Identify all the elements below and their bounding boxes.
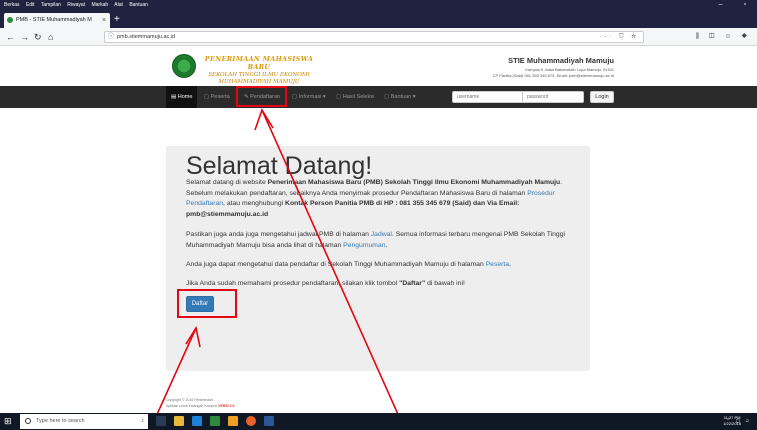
browser-menubar: Berkas Edit Tampilan Riwayat Markah Alat…	[0, 0, 757, 10]
site-navbar: ▤ Home ▢ Peserta ✎ Pendaftaran ▢ Informa…	[0, 86, 757, 108]
welcome-paragraph-1: Selamat datang di website Penerimaan Mah…	[186, 178, 584, 220]
close-tab-icon[interactable]: ×	[102, 13, 106, 28]
windows-start-icon[interactable]: ⊞	[4, 417, 13, 426]
browser-toolbar: ← → ↻ ⌂ ⓘ pmb.stiemmamuju.ac.id ··· ⛉ ☆ …	[0, 28, 757, 46]
welcome-paragraph-3: Anda juga dapat mengetahui data pendafta…	[186, 260, 584, 271]
clock-date: 1/22/2018	[723, 421, 741, 426]
menu-berkas[interactable]: Berkas	[4, 2, 20, 8]
site-header: PENERIMAAN MAHASISWA BARU SEKOLAH TINGGI…	[0, 46, 757, 86]
logo-line-3: MUHAMMADIYAH MAMUJU	[218, 79, 300, 85]
url-text: pmb.stiemmamuju.ac.id	[117, 34, 176, 40]
college-logo-icon	[172, 54, 196, 78]
p3-text-b: .	[509, 261, 511, 268]
window-controls: – ▫	[705, 0, 751, 10]
menu-riwayat[interactable]: Riwayat	[67, 2, 85, 8]
p4-text-a: Jika Anda sudah memahami prosedur pendaf…	[186, 280, 400, 287]
browser-tabbar: PMB - STIE Muhammadiyah M × +	[0, 10, 757, 28]
url-actions: ··· ⛉ ☆	[599, 34, 639, 40]
minimize-icon[interactable]: –	[719, 1, 723, 8]
windows-taskbar: ⊞ Type here to search ♪ ⌃ ◻ ♫ 11:27 PM 1…	[0, 413, 757, 430]
microphone-icon[interactable]: ♪	[141, 414, 144, 429]
institution-name: STIE Muhammadiyah Mamuju	[508, 56, 614, 65]
footer-version: VERSI 2.0	[218, 404, 235, 408]
tab-title: PMB - STIE Muhammadiyah M	[16, 17, 92, 23]
welcome-jumbotron: Selamat Datang! Selamat datang di websit…	[166, 146, 590, 371]
nav-home-label: Home	[177, 94, 193, 100]
login-button[interactable]: Login	[590, 91, 614, 103]
store-icon[interactable]	[210, 416, 220, 426]
p2-text-a: Pastikan juga anda juga mengetahui jadwa…	[186, 231, 371, 238]
menu-bantuan[interactable]: Bantuan	[129, 2, 148, 8]
p1-text-c: , atau menghubungi	[223, 200, 286, 207]
annotation-box-daftar	[177, 289, 237, 318]
favicon-icon	[7, 17, 13, 23]
nav-home[interactable]: ▤ Home	[166, 86, 198, 108]
nav-bantuan[interactable]: ▢ Bantuan ▾	[384, 86, 416, 108]
logo-line-1: PENERIMAAN MAHASISWA BARU	[204, 55, 314, 71]
p2-text-c: .	[385, 241, 388, 249]
reload-icon[interactable]: ↻	[34, 30, 42, 44]
taskbar-search-placeholder: Type here to search	[36, 418, 85, 424]
logo-line-2: SEKOLAH TINGGI ILMU EKONOMI	[208, 72, 310, 78]
welcome-paragraph-4: Jika Anda sudah memahami prosedur pendaf…	[186, 279, 584, 290]
site-info-icon[interactable]: ⓘ	[108, 32, 114, 42]
menu-alat[interactable]: Alat	[114, 2, 123, 8]
browser-tab[interactable]: PMB - STIE Muhammadiyah M ×	[4, 13, 110, 28]
nav-hasil-seleksi[interactable]: ▢ Hasil Seleksi	[336, 86, 374, 108]
forward-icon[interactable]: →	[20, 30, 29, 44]
institution-address: Kampus II Jalan Baharuddin Lopa Mamuju, …	[525, 67, 614, 72]
nav-peserta-label: Peserta	[210, 94, 230, 100]
peserta-link[interactable]: Peserta	[486, 261, 509, 268]
restore-icon[interactable]: ▫	[744, 1, 746, 8]
welcome-title: Selamat Datang!	[186, 152, 373, 180]
nav-informasi-label: Informasi	[298, 94, 322, 100]
p4-text-b: di bawah ini!	[425, 280, 465, 287]
site-footer: Copyright © 2016 Penerimaan... Aplikasi …	[166, 397, 235, 409]
annotation-box-pendaftaran	[236, 86, 287, 107]
menu-edit[interactable]: Edit	[26, 2, 35, 8]
p4-bold: "Daftar"	[399, 280, 426, 287]
home-icon[interactable]: ⌂	[48, 30, 53, 44]
url-bar[interactable]: ⓘ pmb.stiemmamuju.ac.id ··· ⛉ ☆	[104, 31, 644, 43]
welcome-paragraph-2: Pastikan juga anda juga mengetahui jadwa…	[186, 230, 584, 251]
toolbar-right-icons[interactable]: ⫼ ◫ ☺ ◆	[696, 31, 751, 43]
p3-text-a: Anda juga dapat mengetahui data pendafta…	[186, 261, 486, 268]
new-tab-icon[interactable]: +	[114, 13, 120, 27]
jadwal-link[interactable]: Jadwal	[371, 231, 392, 238]
password-input[interactable]	[522, 91, 584, 103]
nav-informasi[interactable]: ▢ Informasi ▾	[292, 86, 326, 108]
cortana-icon	[25, 418, 31, 424]
web-page: PENERIMAAN MAHASISWA BARU SEKOLAH TINGGI…	[0, 46, 757, 413]
menu-tampilan[interactable]: Tampilan	[41, 2, 61, 8]
p1-text-a: Selamat datang di website	[186, 179, 268, 186]
back-icon[interactable]: ←	[6, 30, 15, 44]
logo-text: PENERIMAAN MAHASISWA BARU SEKOLAH TINGGI…	[199, 55, 319, 85]
task-view-icon[interactable]	[156, 416, 166, 426]
pengumuman-link[interactable]: Pengumuman	[343, 242, 385, 249]
nav-hasil-seleksi-label: Hasil Seleksi	[342, 94, 375, 100]
file-explorer-icon[interactable]	[174, 416, 184, 426]
institution-info: STIE Muhammadiyah Mamuju Kampus II Jalan…	[493, 56, 614, 78]
p1-bold-a: Penerimaan Mahasiswa Baru (PMB) Sekolah …	[267, 179, 561, 186]
institution-contact: CP Panitia (Said) 081 355 345 679. Email…	[492, 73, 614, 78]
edge-icon[interactable]	[192, 416, 202, 426]
screenshot-root: Berkas Edit Tampilan Riwayat Markah Alat…	[0, 0, 757, 430]
nav-peserta[interactable]: ▢ Peserta	[204, 86, 230, 108]
footer-version-line: Aplikasi untuk Kalangan Kampus VERSI 2.0	[166, 403, 235, 409]
nav-bantuan-label: Bantuan	[390, 94, 412, 100]
word-icon[interactable]	[264, 416, 274, 426]
taskbar-search[interactable]: Type here to search ♪	[20, 414, 148, 429]
system-clock[interactable]: 11:27 PM 1/22/2018	[723, 415, 741, 427]
menu-markah[interactable]: Markah	[91, 2, 108, 8]
firefox-icon[interactable]	[246, 416, 256, 426]
footer-version-label: Aplikasi untuk Kalangan Kampus	[166, 404, 219, 408]
app-icon[interactable]	[228, 416, 238, 426]
